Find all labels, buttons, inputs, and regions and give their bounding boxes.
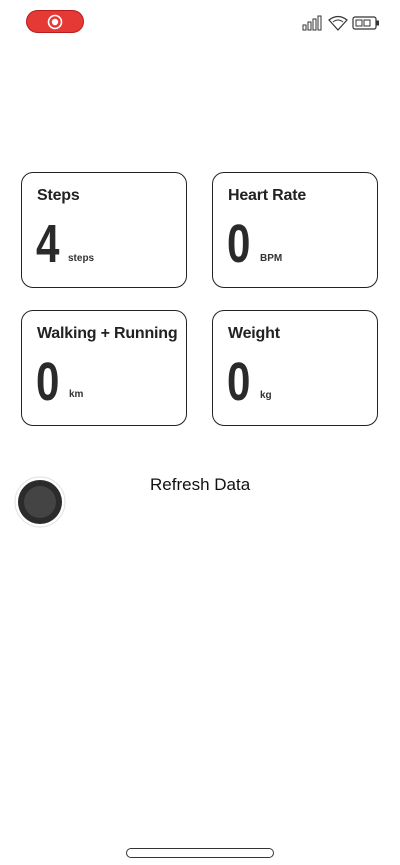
refresh-toggle-knob[interactable]	[14, 476, 66, 528]
wifi-icon	[328, 15, 348, 31]
steps-card: Steps 4 steps	[21, 172, 187, 288]
card-value: 0	[227, 352, 251, 412]
card-title: Steps	[37, 187, 80, 204]
screen-recording-indicator[interactable]	[26, 10, 84, 33]
card-unit: BPM	[260, 253, 283, 264]
weight-card: Weight 0 kg	[212, 310, 378, 426]
card-title: Weight	[228, 325, 280, 342]
card-value: 0	[227, 214, 251, 274]
walking-running-card: Walking + Running 0 km	[21, 310, 187, 426]
home-indicator[interactable]	[126, 848, 274, 858]
card-value: 0	[36, 352, 60, 412]
card-unit: kg	[260, 390, 272, 401]
signal-icon	[302, 15, 322, 31]
card-title: Heart Rate	[228, 187, 307, 204]
card-unit: steps	[68, 253, 95, 264]
card-title: Walking + Running	[37, 325, 178, 342]
battery-icon	[352, 16, 379, 30]
record-icon	[47, 14, 63, 29]
card-value: 4	[36, 214, 60, 274]
heart-rate-card: Heart Rate 0 BPM	[212, 172, 378, 288]
card-unit: km	[69, 389, 84, 400]
status-bar	[0, 0, 400, 44]
status-icons	[302, 15, 380, 31]
refresh-data-label[interactable]: Refresh Data	[150, 475, 250, 495]
